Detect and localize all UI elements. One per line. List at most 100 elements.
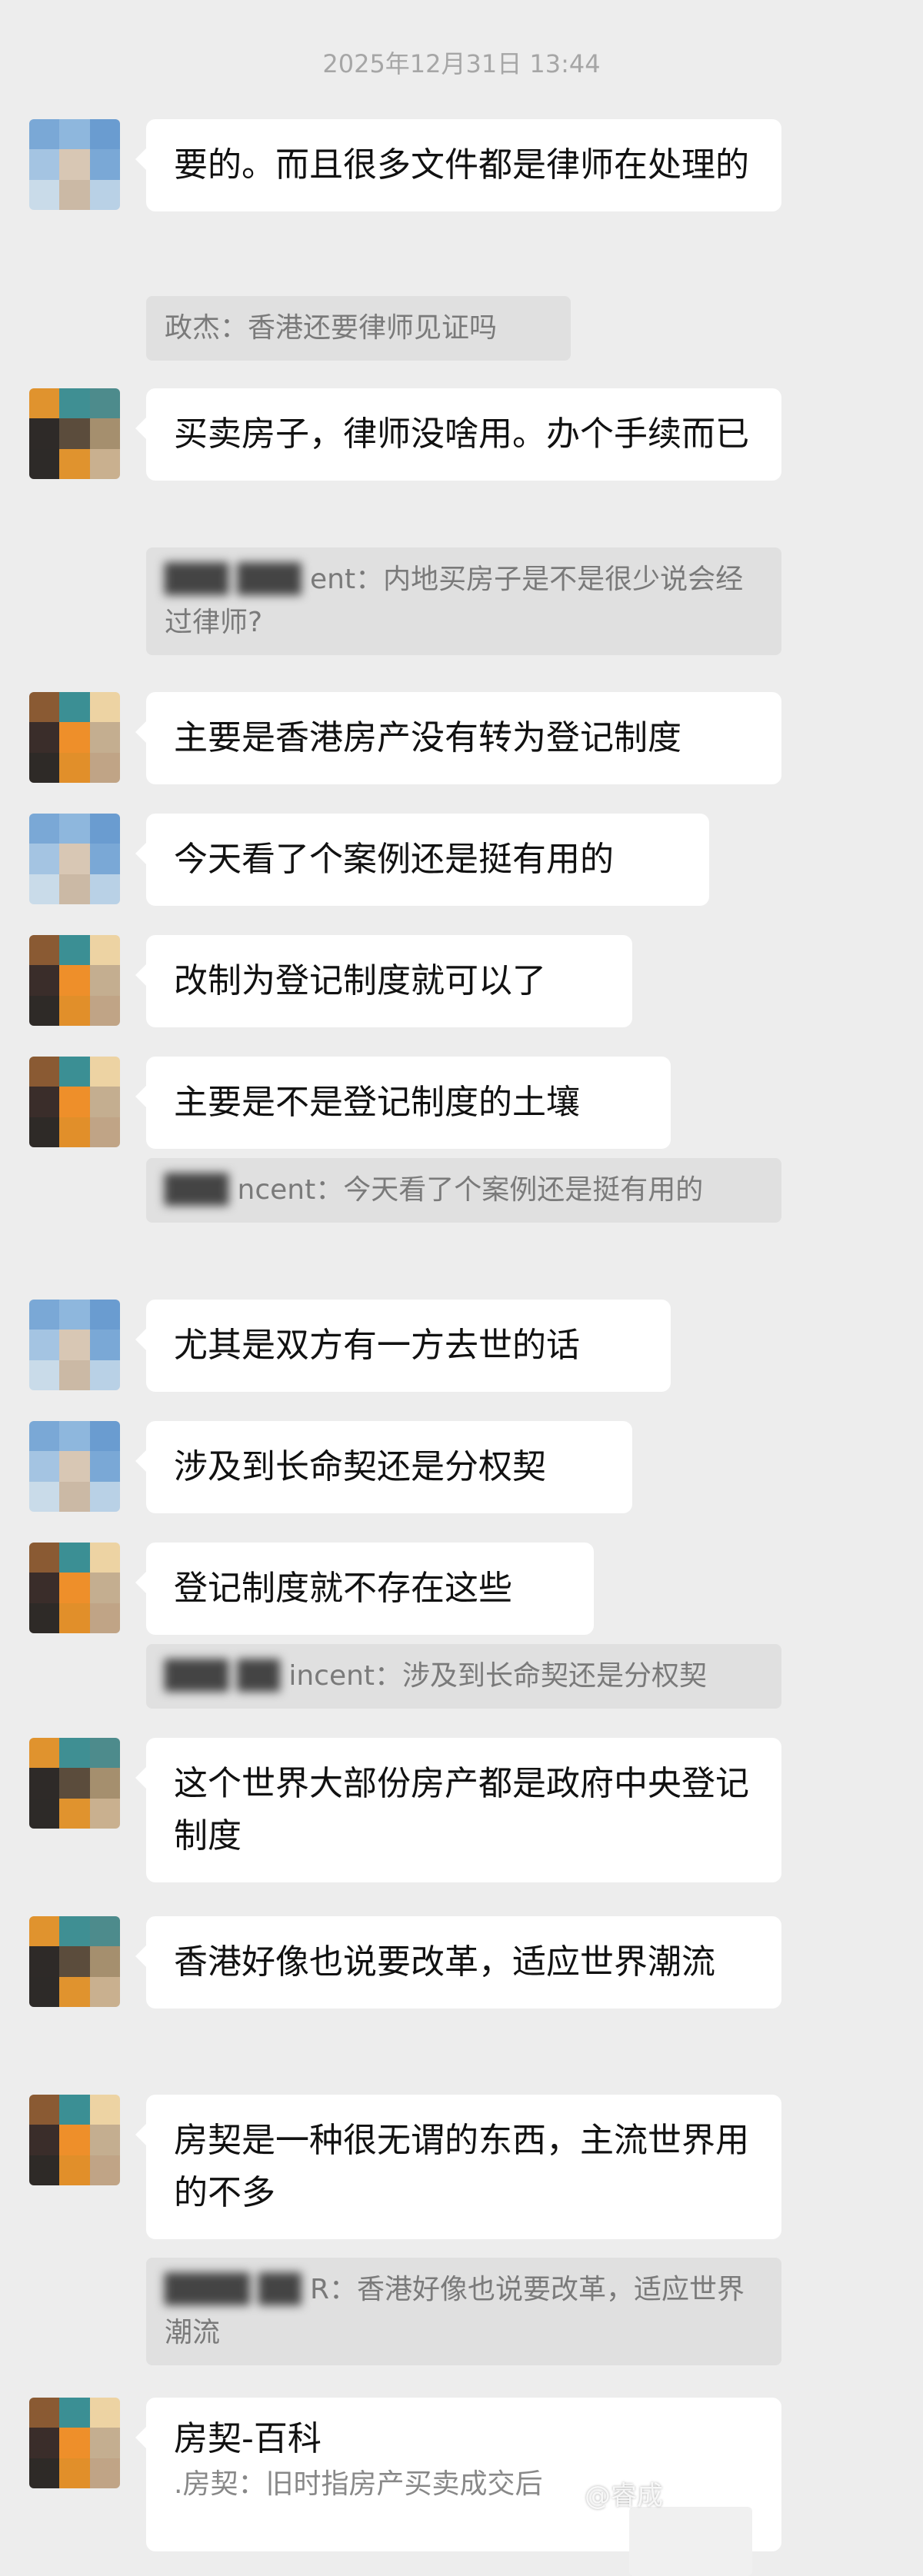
avatar-pixel xyxy=(59,995,90,1026)
avatar-pixel xyxy=(89,1543,120,1573)
avatar-pixel xyxy=(59,1300,90,1330)
avatar-pixel xyxy=(89,149,120,180)
message-bubble[interactable]: 房契是一种很无谓的东西，主流世界用的不多 xyxy=(135,2095,781,2239)
message-bubble[interactable]: 改制为登记制度就可以了 xyxy=(135,935,632,1027)
avatar-pixel xyxy=(59,1087,90,1117)
avatar[interactable] xyxy=(29,1543,120,1633)
avatar-pixel xyxy=(89,2398,120,2428)
redacted-sender: ███ ███ xyxy=(165,564,310,595)
avatar-pixel xyxy=(29,965,60,996)
message-bubble[interactable]: 今天看了个案例还是挺有用的 xyxy=(135,814,709,906)
avatar-pixel xyxy=(59,1768,90,1799)
avatar[interactable] xyxy=(29,935,120,1026)
avatar[interactable] xyxy=(29,1057,120,1147)
avatar-pixel xyxy=(89,1117,120,1147)
avatar[interactable] xyxy=(29,692,120,783)
avatar[interactable] xyxy=(29,814,120,904)
avatar-pixel xyxy=(89,874,120,904)
avatar-pixel xyxy=(29,1916,60,1947)
avatar-pixel xyxy=(59,2458,90,2488)
avatar-pixel xyxy=(89,2428,120,2458)
avatar[interactable] xyxy=(29,1421,120,1512)
avatar-pixel xyxy=(29,935,60,966)
avatar-pixel xyxy=(59,1976,90,2007)
link-card[interactable]: 房契-百科 .房契：旧时指房产买卖成交后 xyxy=(135,2398,781,2576)
avatar-pixel xyxy=(29,2458,60,2488)
avatar-pixel xyxy=(59,1421,90,1452)
redacted-sender: ███ ██ xyxy=(165,1660,289,1692)
avatar-pixel xyxy=(89,119,120,150)
avatar-pixel xyxy=(89,935,120,966)
message-bubble[interactable]: 主要是香港房产没有转为登记制度 xyxy=(135,692,781,784)
avatar-pixel xyxy=(59,2095,90,2125)
avatar[interactable] xyxy=(29,388,120,479)
avatar-pixel xyxy=(89,965,120,996)
avatar-pixel xyxy=(29,1057,60,1087)
avatar-pixel xyxy=(29,1543,60,1573)
avatar-pixel xyxy=(89,1946,120,1977)
avatar-pixel xyxy=(59,2398,90,2428)
avatar-pixel xyxy=(59,1916,90,1947)
chat-timestamp: 2025年12月31日 13:44 xyxy=(322,49,601,78)
quoted-reply[interactable]: ████ ██ R：香港好像也说要改革，适应世界潮流 xyxy=(146,2258,781,2365)
avatar-pixel xyxy=(59,1117,90,1147)
avatar-pixel xyxy=(59,2125,90,2155)
avatar-pixel xyxy=(59,1330,90,1360)
avatar-pixel xyxy=(29,722,60,753)
avatar-pixel xyxy=(29,752,60,783)
quoted-reply[interactable]: ███ ██ incent：涉及到长命契还是分权契 xyxy=(146,1644,781,1709)
avatar-pixel xyxy=(89,388,120,419)
avatar-pixel xyxy=(29,2095,60,2125)
avatar-pixel xyxy=(59,1481,90,1512)
avatar-pixel xyxy=(89,814,120,844)
avatar-pixel xyxy=(89,722,120,753)
message-bubble[interactable]: 香港好像也说要改革，适应世界潮流 xyxy=(135,1916,781,2009)
avatar-pixel xyxy=(89,1798,120,1829)
avatar-pixel xyxy=(59,388,90,419)
avatar-pixel xyxy=(29,1300,60,1330)
avatar-pixel xyxy=(59,874,90,904)
avatar[interactable] xyxy=(29,119,120,210)
avatar-pixel xyxy=(89,752,120,783)
avatar-pixel xyxy=(89,179,120,210)
message-bubble[interactable]: 要的。而且很多文件都是律师在处理的 xyxy=(135,119,781,211)
avatar-pixel xyxy=(59,965,90,996)
avatar-pixel xyxy=(59,418,90,449)
avatar[interactable] xyxy=(29,1300,120,1390)
quoted-text: ：今天看了个案例还是挺有用的 xyxy=(315,1174,704,1206)
avatar[interactable] xyxy=(29,2095,120,2185)
redacted-sender: ████ ██ xyxy=(165,2274,310,2305)
avatar[interactable] xyxy=(29,1916,120,2007)
avatar[interactable] xyxy=(29,2398,120,2488)
avatar-pixel xyxy=(29,448,60,479)
avatar-pixel xyxy=(29,388,60,419)
avatar-pixel xyxy=(29,1451,60,1482)
message-bubble[interactable]: 涉及到长命契还是分权契 xyxy=(135,1421,632,1513)
card-subtitle: .房契：旧时指房产买卖成交后 xyxy=(174,2468,543,2500)
avatar-pixel xyxy=(59,179,90,210)
avatar-pixel xyxy=(29,1330,60,1360)
avatar-pixel xyxy=(89,1057,120,1087)
avatar-pixel xyxy=(29,2428,60,2458)
avatar-pixel xyxy=(29,692,60,723)
message-bubble[interactable]: 登记制度就不存在这些 xyxy=(135,1543,594,1635)
avatar-pixel xyxy=(59,1603,90,1633)
avatar[interactable] xyxy=(29,1738,120,1829)
avatar-pixel xyxy=(59,1738,90,1769)
avatar-pixel xyxy=(29,844,60,874)
quoted-reply[interactable]: 政杰：香港还要律师见证吗 xyxy=(146,296,571,361)
quoted-reply[interactable]: ███ ███ ent：内地买房子是不是很少说会经过律师? xyxy=(146,547,781,655)
avatar-pixel xyxy=(29,995,60,1026)
avatar-pixel xyxy=(89,844,120,874)
avatar-pixel xyxy=(59,752,90,783)
avatar-pixel xyxy=(59,119,90,150)
avatar-pixel xyxy=(29,1117,60,1147)
message-bubble[interactable]: 尤其是双方有一方去世的话 xyxy=(135,1300,671,1392)
avatar-pixel xyxy=(59,1451,90,1482)
avatar-pixel xyxy=(89,1976,120,2007)
avatar-pixel xyxy=(59,149,90,180)
message-bubble[interactable]: 主要是不是登记制度的土壤 xyxy=(135,1057,671,1149)
message-bubble[interactable]: 这个世界大部份房产都是政府中央登记制度 xyxy=(135,1738,781,1882)
message-bubble[interactable]: 买卖房子，律师没啥用。办个手续而已 xyxy=(135,388,781,481)
quoted-reply[interactable]: ███ ncent：今天看了个案例还是挺有用的 xyxy=(146,1158,781,1223)
